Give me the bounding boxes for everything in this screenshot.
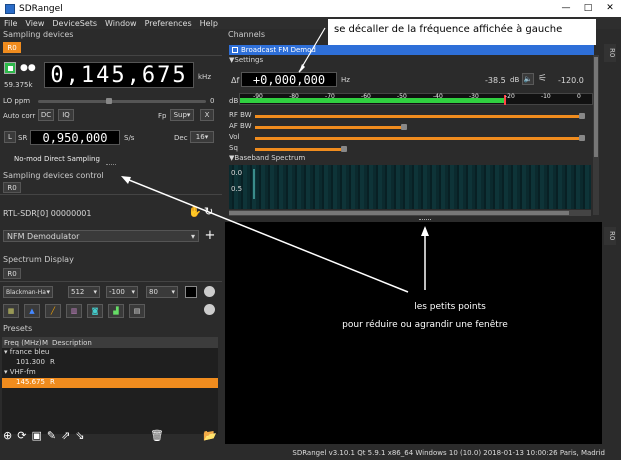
annotation-arrows — [121, 27, 429, 293]
